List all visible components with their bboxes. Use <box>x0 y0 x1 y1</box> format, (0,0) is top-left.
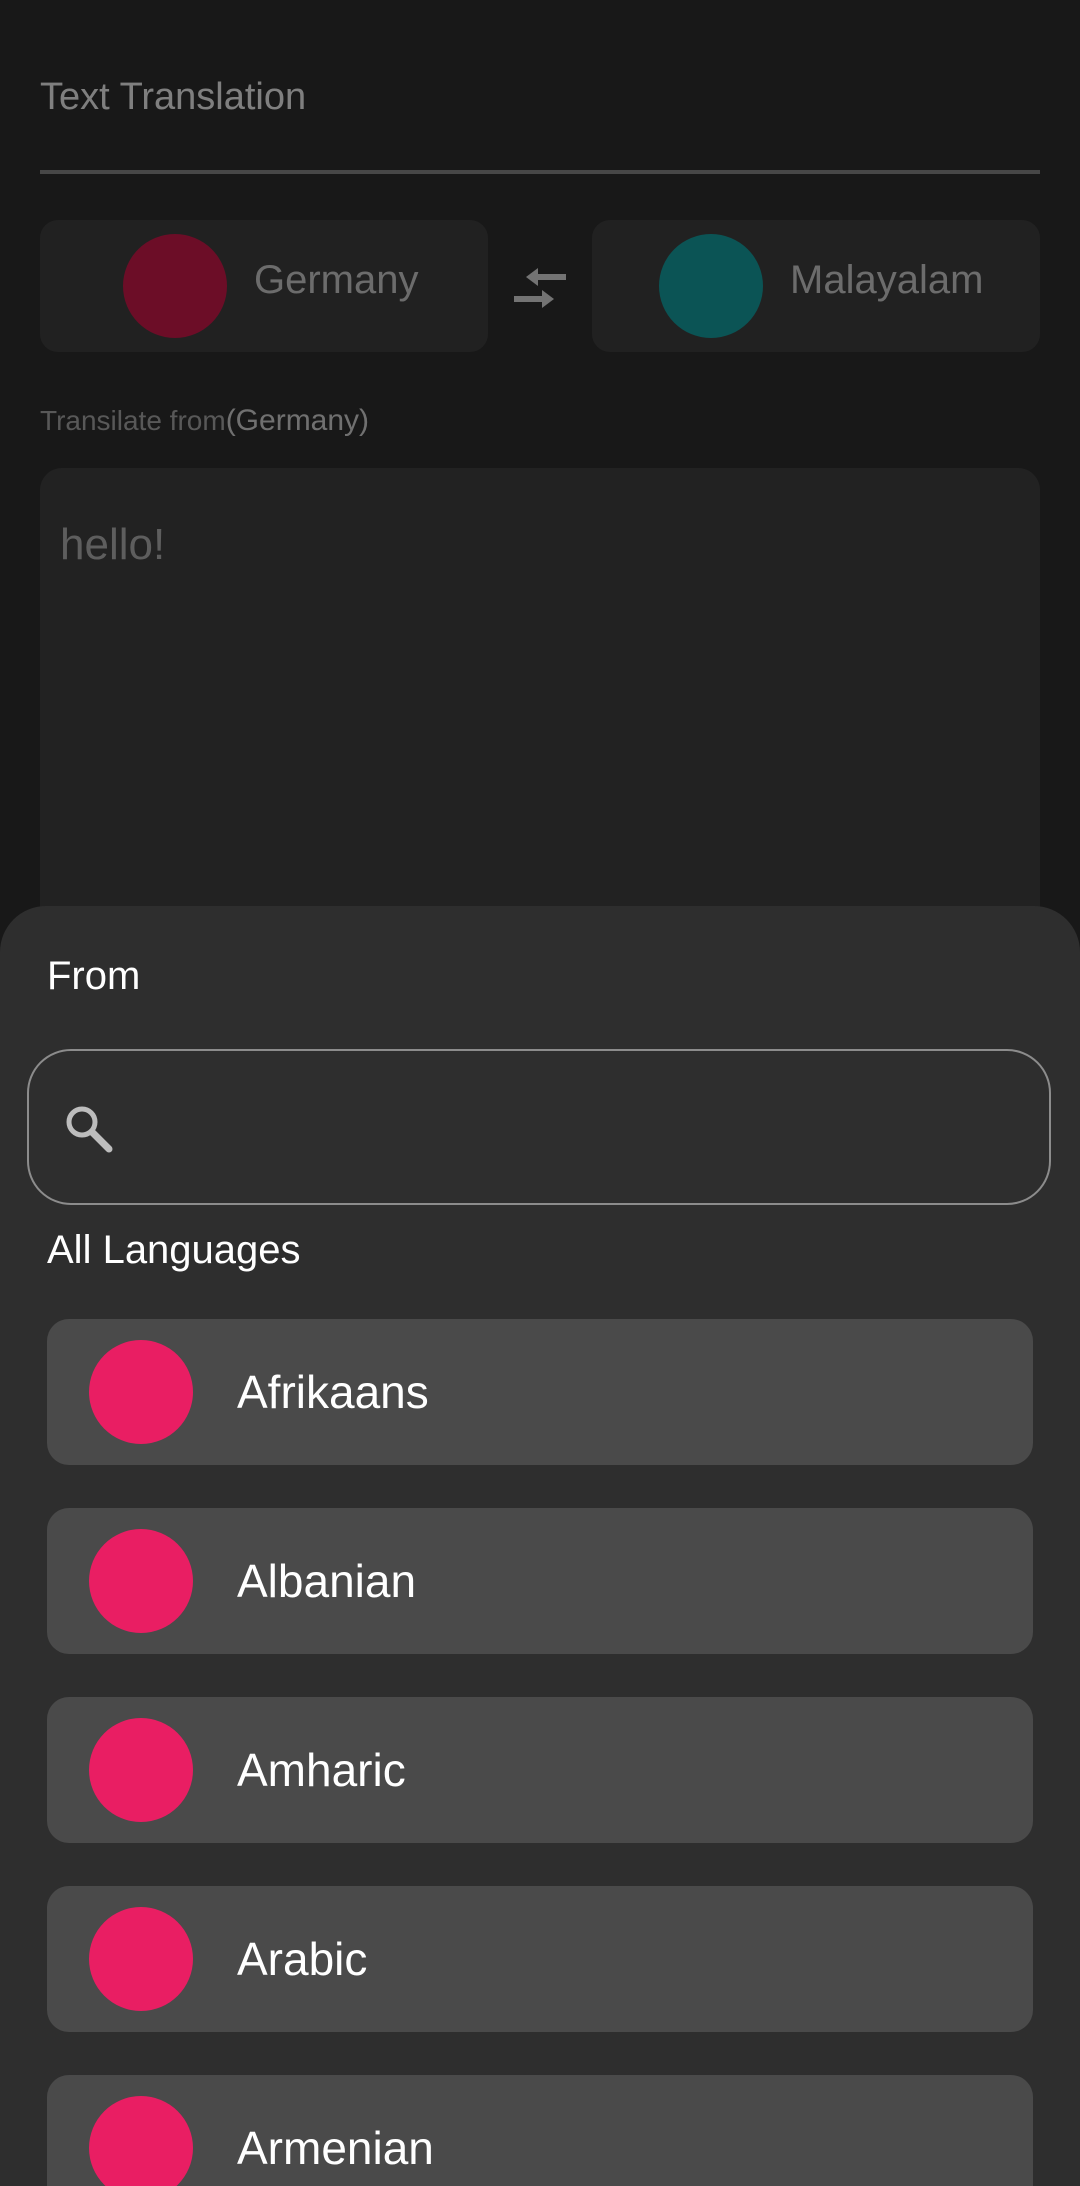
language-item-afrikaans[interactable]: Afrikaans <box>47 1319 1033 1465</box>
language-item-label: Afrikaans <box>237 1366 429 1418</box>
language-picker-sheet: From All Languages Afrikaans Albanian Am… <box>0 906 1080 2186</box>
language-item-armenian[interactable]: Armenian <box>47 2075 1033 2186</box>
language-flag <box>89 1718 193 1822</box>
language-item-arabic[interactable]: Arabic <box>47 1886 1033 2032</box>
language-item-amharic[interactable]: Amharic <box>47 1697 1033 1843</box>
language-item-label: Arabic <box>237 1933 368 1985</box>
language-item-albanian[interactable]: Albanian <box>47 1508 1033 1654</box>
language-flag <box>89 1907 193 2011</box>
language-item-label: Albanian <box>237 1555 417 1607</box>
language-flag <box>89 1340 193 1444</box>
language-item-label: Amharic <box>237 1744 406 1796</box>
all-languages-heading: All Languages <box>47 1228 301 1272</box>
language-search-input[interactable] <box>27 1049 1051 1205</box>
search-icon <box>66 1106 113 1153</box>
sheet-title: From <box>47 954 141 998</box>
language-flag <box>89 1529 193 1633</box>
language-item-label: Armenian <box>237 2122 434 2174</box>
language-flag <box>89 2096 193 2186</box>
